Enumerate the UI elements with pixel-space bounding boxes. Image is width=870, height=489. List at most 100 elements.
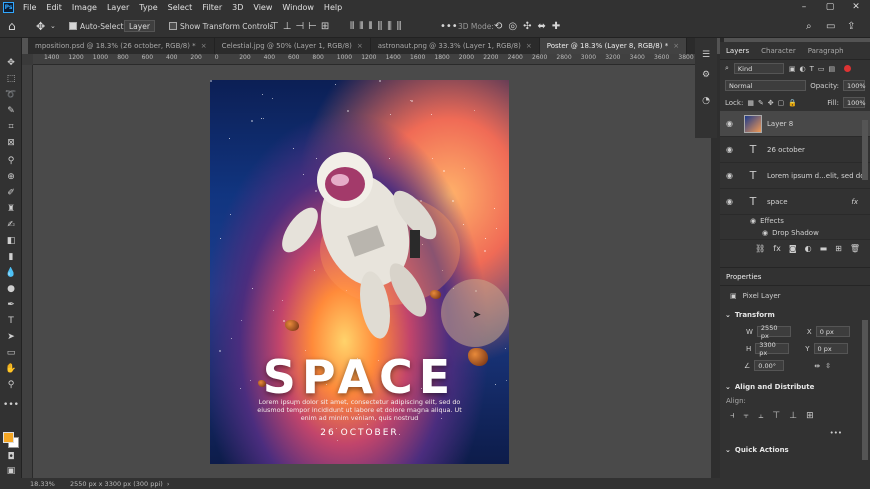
close-tab-icon[interactable]: × bbox=[201, 42, 207, 50]
maximize-button[interactable]: ▢ bbox=[818, 0, 842, 14]
poster-canvas[interactable]: SPACE Lorem ipsum dolor sit amet, consec… bbox=[210, 80, 509, 464]
lasso-tool-icon[interactable]: ➰ bbox=[4, 88, 18, 102]
document-tab[interactable]: mposition.psd @ 18.3% (26 october, RGB/8… bbox=[28, 38, 215, 54]
menu-type[interactable]: Type bbox=[134, 3, 162, 12]
checkbox-icon[interactable] bbox=[69, 22, 77, 30]
blur-tool-icon[interactable]: 💧 bbox=[4, 266, 18, 280]
search-icon[interactable]: ⌕ bbox=[806, 18, 812, 34]
menu-image[interactable]: Image bbox=[67, 3, 102, 12]
dodge-tool-icon[interactable]: ● bbox=[4, 282, 18, 296]
chevron-down-icon[interactable]: ⌄ bbox=[50, 18, 56, 34]
menu-file[interactable]: File bbox=[18, 3, 41, 12]
link-icon[interactable]: ⛓ bbox=[755, 244, 765, 253]
adjustments-icon[interactable]: ⚙ bbox=[699, 68, 713, 82]
crop-tool-icon[interactable]: ⌗ bbox=[4, 120, 18, 134]
workspace-icon[interactable]: ▭ bbox=[826, 18, 835, 34]
mask-icon[interactable]: ◙ bbox=[789, 244, 797, 253]
y-input[interactable]: 0 px bbox=[813, 343, 848, 354]
eye-icon[interactable]: ◉ bbox=[726, 119, 738, 128]
filter-kind-dropdown[interactable]: Kind bbox=[733, 63, 784, 74]
healing-brush-icon[interactable]: ⊕ bbox=[4, 170, 18, 184]
quick-actions-header[interactable]: ⌄ Quick Actions bbox=[720, 441, 870, 458]
lock-icons[interactable]: ▦✎✥▢🔒 bbox=[747, 99, 801, 107]
clone-stamp-icon[interactable]: ♜ bbox=[4, 202, 18, 216]
menu-help[interactable]: Help bbox=[319, 3, 347, 12]
history-brush-icon[interactable]: ✍ bbox=[4, 218, 18, 232]
zoom-level[interactable]: 18.33% bbox=[0, 480, 70, 488]
document-tab[interactable]: astronaut.png @ 33.3% (Layer 1, RGB/8) × bbox=[371, 38, 540, 54]
more-options-icon[interactable]: ••• bbox=[440, 18, 458, 34]
path-select-icon[interactable]: ➤ bbox=[4, 330, 18, 344]
pen-tool-icon[interactable]: ✒ bbox=[4, 298, 18, 312]
tab-properties[interactable]: Properties bbox=[720, 273, 767, 281]
move-tool-icon[interactable]: ✥ bbox=[36, 18, 45, 34]
brush-tool-icon[interactable]: ✐ bbox=[4, 186, 18, 200]
width-input[interactable]: 2550 px bbox=[756, 324, 791, 340]
distribute-buttons[interactable]: ⫴⫴⫴⫼⫼⫼ bbox=[350, 18, 406, 34]
angle-input[interactable]: 0.00° bbox=[754, 360, 785, 371]
eye-icon[interactable]: ◉ bbox=[726, 171, 738, 180]
3d-mode-icons[interactable]: ⟲◎✣⬌✚ bbox=[494, 18, 566, 34]
marquee-tool-icon[interactable]: ⬚ bbox=[4, 72, 18, 86]
menu-3d[interactable]: 3D bbox=[227, 3, 248, 12]
menu-select[interactable]: Select bbox=[163, 3, 198, 12]
menu-edit[interactable]: Edit bbox=[41, 3, 67, 12]
close-tab-icon[interactable]: × bbox=[357, 42, 363, 50]
auto-select-checkbox[interactable]: Auto-Select: bbox=[69, 18, 126, 34]
layer-row[interactable]: ◉ T Lorem ipsum d...elit, sed do bbox=[720, 163, 870, 189]
hand-tool-icon[interactable]: ✋ bbox=[4, 362, 18, 376]
document-tab[interactable]: Celestial.jpg @ 50% (Layer 1, RGB/8) × bbox=[215, 38, 371, 54]
eye-icon[interactable]: ◉ bbox=[762, 229, 768, 237]
tab-layers[interactable]: Layers bbox=[720, 47, 755, 55]
more-align-icon[interactable]: ••• bbox=[720, 424, 870, 441]
close-tab-icon[interactable]: × bbox=[526, 42, 532, 50]
history-icon[interactable]: ◔ bbox=[699, 94, 713, 108]
menu-filter[interactable]: Filter bbox=[197, 3, 227, 12]
foreground-color-swatch[interactable] bbox=[3, 432, 14, 443]
close-tab-icon[interactable]: × bbox=[673, 42, 679, 50]
properties-scrollbar[interactable] bbox=[862, 320, 868, 460]
checkbox-icon[interactable] bbox=[169, 22, 177, 30]
move-tool-icon[interactable]: ✥ bbox=[4, 56, 18, 70]
home-icon[interactable]: ⌂ bbox=[8, 18, 16, 34]
eraser-tool-icon[interactable]: ◧ bbox=[4, 234, 18, 248]
x-input[interactable]: 0 px bbox=[815, 326, 850, 337]
layers-panel-icon[interactable]: ☰ bbox=[699, 48, 713, 62]
rectangle-tool-icon[interactable]: ▭ bbox=[4, 346, 18, 360]
tab-character[interactable]: Character bbox=[755, 47, 802, 55]
layer-row[interactable]: ◉ Layer 8 bbox=[720, 111, 870, 137]
layers-scrollbar[interactable] bbox=[862, 120, 868, 180]
filter-icons[interactable]: ▣◐T▭▤ bbox=[789, 65, 839, 73]
folder-icon[interactable]: ▬ bbox=[820, 244, 828, 253]
minimize-button[interactable]: – bbox=[792, 0, 816, 14]
opacity-input[interactable]: 100% bbox=[843, 80, 866, 91]
eyedropper-tool-icon[interactable]: ⚲ bbox=[4, 154, 18, 168]
fx-icon[interactable]: fx bbox=[851, 198, 858, 206]
chevron-right-icon[interactable]: › bbox=[167, 480, 170, 488]
zoom-tool-icon[interactable]: ⚲ bbox=[4, 378, 18, 392]
type-tool-icon[interactable]: T bbox=[4, 314, 18, 328]
quick-mask-icon[interactable]: ◘ bbox=[4, 450, 18, 464]
ruler-origin[interactable] bbox=[22, 54, 33, 65]
adjustment-layer-icon[interactable]: ◐ bbox=[805, 244, 812, 253]
blend-mode-dropdown[interactable]: Normal bbox=[725, 80, 807, 91]
auto-select-target-dropdown[interactable]: Layer bbox=[124, 20, 155, 32]
fx-icon[interactable]: fx bbox=[773, 244, 781, 253]
eye-icon[interactable]: ◉ bbox=[726, 145, 738, 154]
share-icon[interactable]: ⇪ bbox=[847, 18, 855, 34]
fill-input[interactable]: 100% bbox=[843, 97, 866, 108]
document-tab[interactable]: Poster @ 18.3% (Layer 8, RGB/8) * × bbox=[539, 38, 688, 54]
align-buttons[interactable]: ⊤⊥⊣⊢⊞ bbox=[270, 18, 333, 34]
quick-select-tool-icon[interactable]: ✎ bbox=[4, 104, 18, 118]
close-window-button[interactable]: ✕ bbox=[844, 0, 868, 14]
menu-window[interactable]: Window bbox=[277, 3, 319, 12]
menu-layer[interactable]: Layer bbox=[102, 3, 134, 12]
layer-row[interactable]: ◉ T 26 october bbox=[720, 137, 870, 163]
filter-toggle-icon[interactable] bbox=[844, 65, 852, 72]
drop-shadow-row[interactable]: ◉ Drop Shadow bbox=[720, 227, 870, 239]
trash-icon[interactable]: 🗑 bbox=[850, 244, 860, 253]
eye-icon[interactable]: ◉ bbox=[726, 197, 738, 206]
transform-section-header[interactable]: ⌄ Transform bbox=[720, 306, 870, 323]
new-layer-icon[interactable]: ⊞ bbox=[835, 244, 842, 253]
height-input[interactable]: 3300 px bbox=[755, 341, 790, 357]
